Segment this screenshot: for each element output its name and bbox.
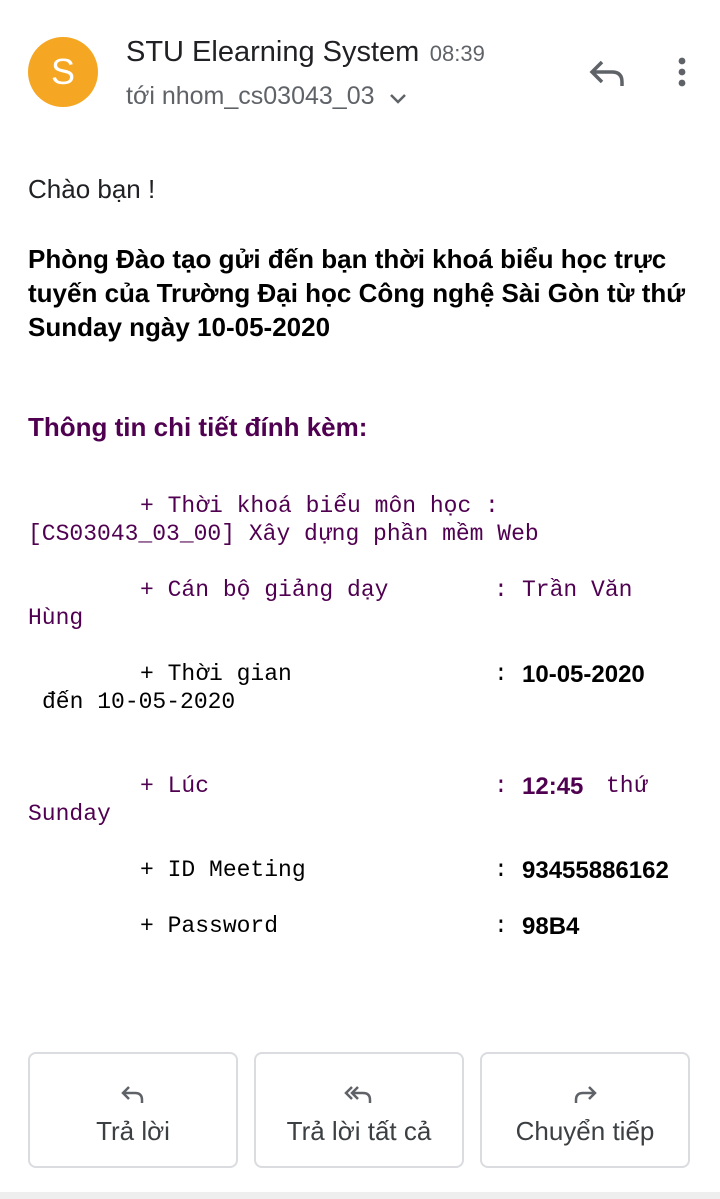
period-colon: :: [494, 661, 508, 687]
time-colon: :: [494, 773, 508, 799]
time-day: Sunday: [28, 801, 111, 827]
reply-all-label: Trả lời tất cả: [286, 1116, 432, 1146]
period-end-date: đến 10-05-2020: [42, 689, 236, 715]
chevron-down-icon: [389, 83, 407, 112]
time-value: 12:45: [522, 773, 584, 800]
lecturer-value-line1: Trần Văn: [522, 577, 633, 603]
recipient-text: tới nhom_cs03043_03: [126, 82, 375, 110]
reply-button[interactable]: Trả lời: [28, 1052, 238, 1168]
reply-icon[interactable]: [586, 54, 630, 94]
greeting: Chào bạn !: [28, 174, 156, 204]
details-heading: Thông tin chi tiết đính kèm:: [28, 412, 368, 442]
action-bar: Trả lời Trả lời tất cả Chuyển tiếp: [0, 1052, 720, 1172]
password-colon: :: [494, 913, 508, 939]
intro-paragraph: Phòng Đào tạo gửi đến bạn thời khoá biểu…: [28, 244, 686, 342]
bottom-divider: [0, 1192, 720, 1199]
password-value: 98B4: [522, 913, 580, 940]
forward-icon: [482, 1082, 688, 1108]
message-header: S STU Elearning System 08:39 tới nhom_cs…: [0, 0, 720, 140]
reply-label: Trả lời: [96, 1116, 170, 1146]
lecturer-value-line2: Hùng: [28, 605, 84, 631]
recipient-toggle[interactable]: tới nhom_cs03043_03: [126, 82, 407, 112]
reply-icon: [30, 1082, 236, 1108]
forward-label: Chuyển tiếp: [515, 1116, 655, 1146]
reply-all-button[interactable]: Trả lời tất cả: [254, 1052, 464, 1168]
sender-line: STU Elearning System 08:39: [126, 36, 485, 69]
time-day-prefix: thứ: [606, 773, 648, 799]
sender-avatar[interactable]: S: [28, 37, 98, 107]
course-value: [CS03043_03_00] Xây dựng phần mềm Web: [28, 521, 539, 547]
period-label: + Thời gian: [140, 661, 292, 687]
lecturer-colon: :: [494, 577, 508, 603]
sent-time: 08:39: [429, 41, 485, 66]
more-vert-icon[interactable]: [664, 52, 700, 92]
time-label: + Lúc: [140, 773, 210, 799]
password-label: + Password: [140, 913, 279, 939]
period-start-date: 10-05-2020: [522, 661, 645, 688]
forward-button[interactable]: Chuyển tiếp: [480, 1052, 690, 1168]
course-label: + Thời khoá biểu môn học :: [140, 493, 499, 519]
sender-name[interactable]: STU Elearning System: [126, 36, 419, 68]
reply-all-icon: [256, 1082, 462, 1108]
meeting-id-label: + ID Meeting: [140, 857, 306, 883]
lecturer-label: + Cán bộ giảng dạy: [140, 577, 389, 603]
meeting-id-colon: :: [494, 857, 508, 883]
meeting-id-value: 93455886162: [522, 857, 669, 884]
